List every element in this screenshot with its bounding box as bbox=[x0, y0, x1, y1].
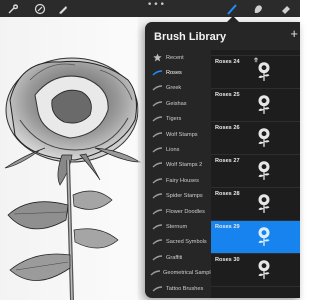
brush-set-label: Graffiti bbox=[166, 254, 183, 261]
brush-set-item[interactable]: Tigers bbox=[145, 112, 211, 127]
stroke-icon bbox=[150, 175, 164, 187]
brush-set-item[interactable]: Wolf Stamps 2 bbox=[145, 158, 211, 173]
rose-stamp-icon bbox=[253, 258, 275, 285]
smudge-icon[interactable] bbox=[250, 1, 265, 16]
stroke-icon bbox=[150, 267, 161, 279]
brush-set-item[interactable]: Sternum bbox=[145, 219, 211, 234]
brush-set-item[interactable]: Sacred Symbols bbox=[145, 235, 211, 250]
rose-stamp-icon bbox=[253, 225, 275, 252]
top-toolbar: ••• bbox=[0, 0, 300, 17]
brush-label: Roses 24 bbox=[215, 59, 240, 65]
brush-label: Roses 29 bbox=[215, 224, 240, 230]
rose-stamp-icon bbox=[253, 60, 275, 87]
brush-set-item[interactable]: Roses bbox=[145, 65, 211, 80]
eraser-icon[interactable] bbox=[278, 1, 293, 16]
brush-set-list: Recent Roses Greek Geishas Tigers Wolf Stamps… bbox=[145, 50, 216, 298]
brush-set-label: Wolf Stamps bbox=[166, 131, 198, 138]
rose-stamp-icon bbox=[253, 192, 275, 219]
brush-icon[interactable] bbox=[224, 1, 239, 16]
brush-set-label: Greek bbox=[166, 85, 182, 92]
stroke-icon bbox=[150, 159, 164, 171]
brush-set-label: Sacred Symbols bbox=[166, 239, 207, 246]
brush-set-item[interactable]: Recent bbox=[145, 50, 211, 65]
stroke-icon bbox=[150, 144, 164, 156]
more-menu-icon[interactable]: ••• bbox=[147, 1, 166, 10]
stroke-icon bbox=[150, 236, 164, 248]
brush-set-label: Flower Doodles bbox=[166, 208, 205, 215]
brush-label: Roses 28 bbox=[215, 191, 240, 197]
brush-label: Roses 25 bbox=[215, 92, 240, 98]
brush-set-item[interactable]: Fairy Houses bbox=[145, 173, 211, 188]
brush-library-panel: Brush Library + Recent Roses Greek Geishas T… bbox=[145, 22, 300, 298]
plus-icon[interactable]: + bbox=[290, 26, 298, 41]
brush-label: Roses 27 bbox=[215, 158, 240, 164]
stroke-icon bbox=[150, 206, 164, 218]
brush-set-label: Recent bbox=[166, 54, 184, 61]
brush-set-item[interactable]: Greek bbox=[145, 81, 211, 96]
stroke-icon bbox=[150, 113, 164, 125]
brush-set-label: Lions bbox=[166, 146, 180, 153]
stroke-icon bbox=[150, 190, 164, 202]
stroke-icon bbox=[150, 283, 164, 295]
brush-item[interactable]: Roses 26 bbox=[211, 122, 300, 155]
brush-set-label: Tattoo Brushes bbox=[166, 285, 204, 292]
brush-set-item[interactable]: Flower Doodles bbox=[145, 204, 211, 219]
wrench-icon[interactable] bbox=[5, 1, 20, 16]
brush-set-label: Roses bbox=[166, 69, 182, 76]
brush-set-label: Fairy Houses bbox=[166, 177, 199, 184]
brush-set-label: Geometrical Samples bbox=[163, 270, 217, 277]
stroke-icon bbox=[150, 221, 164, 233]
rose-stamp-icon bbox=[253, 126, 275, 153]
brush-label: Roses 26 bbox=[215, 125, 240, 131]
brush-set-item[interactable]: Spider Stamps bbox=[145, 189, 211, 204]
stroke-icon bbox=[150, 98, 164, 110]
brush-set-label: Sternum bbox=[166, 223, 188, 230]
brush-item[interactable]: Roses 28 bbox=[211, 188, 300, 221]
brush-set-item[interactable]: Wolf Stamps bbox=[145, 127, 211, 142]
brush-set-label: Tigers bbox=[166, 116, 182, 123]
brush-set-item[interactable]: Geishas bbox=[145, 96, 211, 111]
stroke-icon bbox=[150, 82, 164, 94]
rose-stamp-icon bbox=[253, 93, 275, 120]
stroke-icon bbox=[150, 129, 164, 141]
brush-label: Roses 30 bbox=[215, 257, 240, 263]
rose-stamp-icon bbox=[253, 159, 275, 186]
stroke-icon bbox=[150, 252, 164, 264]
brush-set-item[interactable]: Graffiti bbox=[145, 250, 211, 265]
star-icon bbox=[150, 52, 164, 64]
brush-set-item[interactable]: Tattoo Brushes bbox=[145, 281, 211, 296]
selection-icon[interactable] bbox=[55, 1, 70, 16]
brush-item[interactable]: Roses 29 bbox=[211, 221, 300, 254]
brush-item[interactable]: Roses 25 bbox=[211, 89, 300, 122]
adjustments-icon[interactable] bbox=[32, 1, 47, 16]
stroke-icon bbox=[150, 67, 164, 79]
brush-set-label: Spider Stamps bbox=[166, 193, 203, 200]
brush-item[interactable]: Roses 27 bbox=[211, 155, 300, 188]
brush-item[interactable]: Roses 24 bbox=[211, 56, 300, 89]
brush-set-label: Wolf Stamps 2 bbox=[166, 162, 203, 169]
brush-set-item[interactable]: Geometrical Samples bbox=[145, 266, 216, 281]
panel-title: Brush Library bbox=[154, 31, 227, 43]
brush-item[interactable]: Roses 30 bbox=[211, 254, 300, 287]
brush-list: Roses 24 Roses 25 Roses 26 Roses 27 Roses 28… bbox=[211, 50, 300, 298]
brush-set-item[interactable]: Lions bbox=[145, 142, 211, 157]
brush-set-label: Geishas bbox=[166, 100, 187, 107]
